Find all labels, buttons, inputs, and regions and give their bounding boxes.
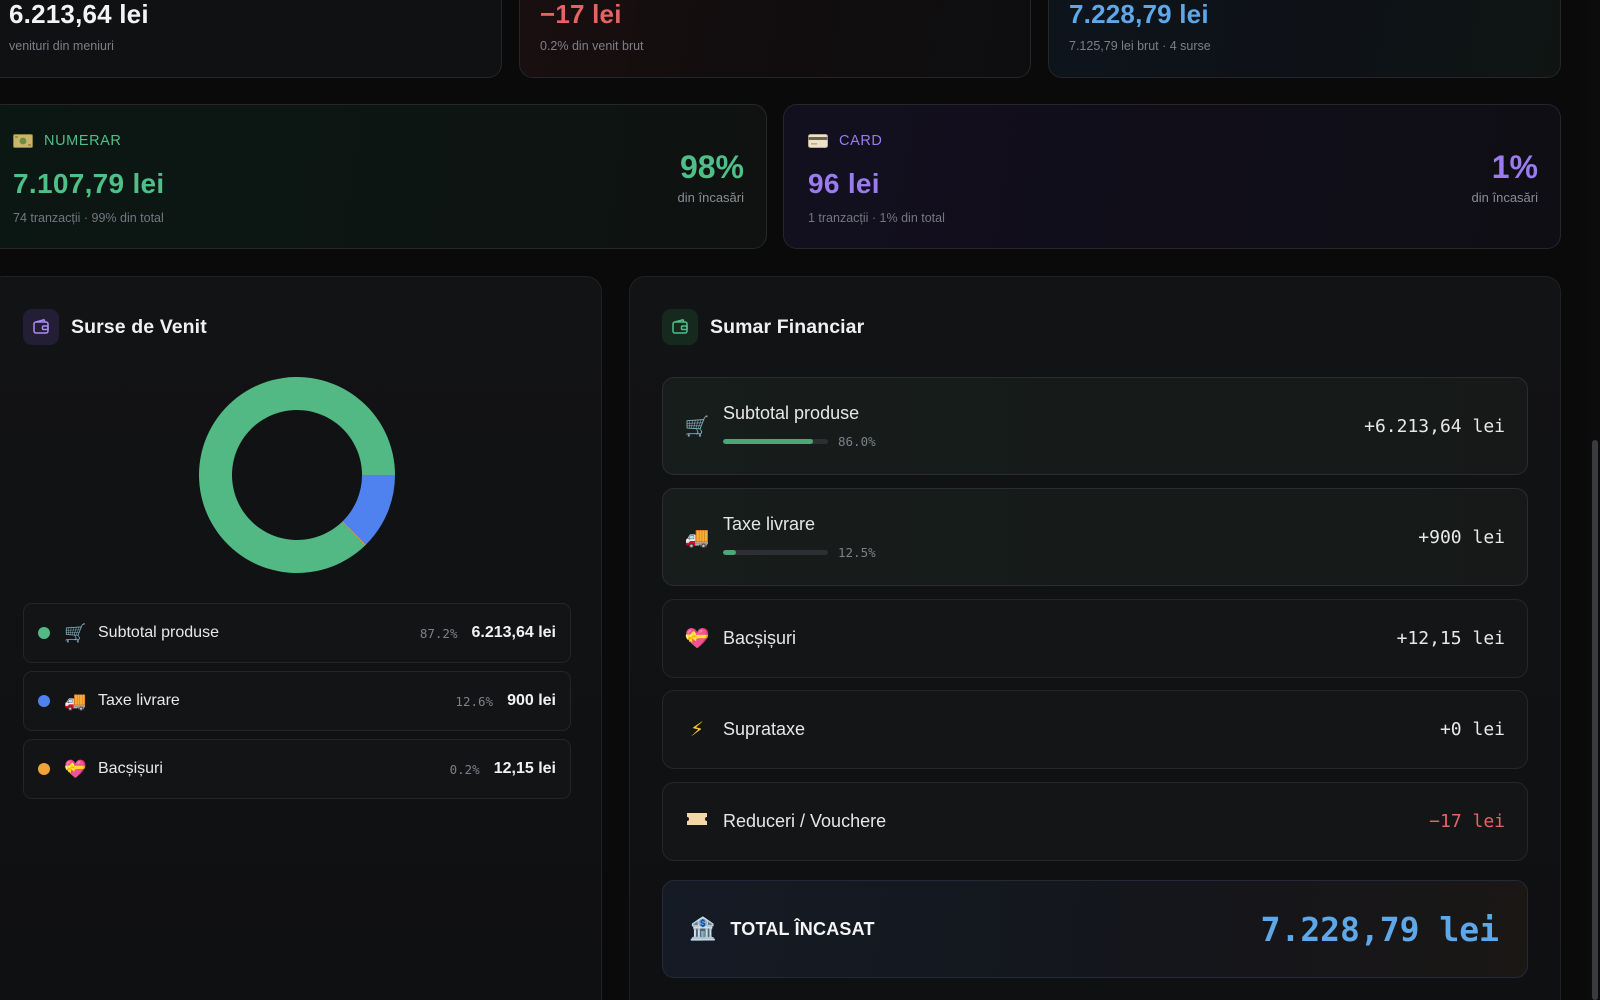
stat-card-total: 7.228,79 lei 7.125,79 lei brut · 4 surse — [1048, 0, 1561, 78]
stat-value: 7.228,79 lei — [1069, 0, 1209, 29]
banknote-icon — [13, 134, 33, 148]
stat-subtitle: 7.125,79 lei brut · 4 surse — [1069, 39, 1211, 53]
summary-percent: 86.0% — [838, 434, 876, 449]
income-sources-panel: Surse de Venit 🛒 Subtotal produse 87.2% … — [0, 276, 602, 1000]
progress-bar — [723, 439, 828, 444]
payment-label: NUMERAR — [44, 133, 122, 149]
summary-percent: 12.5% — [838, 545, 876, 560]
truck-icon: 🚚 — [64, 690, 87, 711]
summary-value: +0 lei — [1439, 719, 1505, 740]
payment-amount: 96 lei — [808, 168, 880, 199]
stat-card-menu-revenue: 6.213,64 lei venituri din meniuri — [0, 0, 502, 78]
total-label: TOTAL ÎNCASAT — [730, 918, 875, 939]
summary-row-products[interactable]: 🛒 Subtotal produse 86.0% +6.213,64 lei — [662, 377, 1528, 475]
source-percent: 0.2% — [449, 761, 480, 777]
payment-label: CARD — [839, 133, 883, 149]
summary-row-tips[interactable]: 💝 Bacșișuri +12,15 lei — [662, 599, 1528, 678]
stat-value: 6.213,64 lei — [9, 0, 149, 29]
total-collected-row: 🏦 TOTAL ÎNCASAT 7.228,79 lei — [662, 880, 1528, 978]
payment-percent-label: din încasări — [677, 190, 744, 205]
stat-subtitle: venituri din meniuri — [9, 39, 114, 53]
summary-value: +12,15 lei — [1396, 628, 1505, 649]
ticket-icon — [683, 810, 711, 833]
panel-title: Surse de Venit — [71, 315, 207, 338]
payment-card-card: CARD 96 lei 1 tranzacții · 1% din total … — [783, 104, 1561, 249]
payment-subtitle: 74 tranzacții · 99% din total — [13, 211, 164, 225]
payment-amount: 7.107,79 lei — [13, 168, 165, 199]
source-label: Bacșișuri — [98, 760, 163, 777]
source-row-tips[interactable]: 💝 Bacșișuri 0.2% 12,15 lei — [23, 739, 571, 799]
scrollbar-thumb[interactable] — [1592, 440, 1598, 1000]
stat-subtitle: 0.2% din venit brut — [540, 39, 644, 53]
source-value: 12,15 lei — [493, 760, 556, 777]
wallet-icon — [23, 309, 59, 345]
panel-title: Sumar Financiar — [710, 315, 865, 338]
summary-label: Subtotal produse — [723, 403, 860, 423]
total-value: 7.228,79 lei — [1260, 909, 1499, 949]
lightning-icon: ⚡ — [689, 719, 705, 741]
summary-value: −17 lei — [1429, 811, 1505, 832]
payment-percent: 98% — [679, 149, 744, 185]
legend-dot — [38, 763, 50, 775]
source-label: Taxe livrare — [98, 692, 180, 709]
credit-card-icon — [808, 134, 828, 148]
stat-value: −17 lei — [540, 0, 622, 29]
heart-gift-icon: 💝 — [684, 628, 710, 650]
summary-label: Taxe livrare — [723, 514, 816, 534]
source-row-products[interactable]: 🛒 Subtotal produse 87.2% 6.213,64 lei — [23, 603, 571, 663]
summary-label: Suprataxe — [723, 719, 806, 739]
source-percent: 87.2% — [419, 625, 458, 641]
progress-bar — [723, 550, 828, 555]
summary-label: Reduceri / Vouchere — [723, 811, 887, 831]
summary-row-delivery[interactable]: 🚚 Taxe livrare 12.5% +900 lei — [662, 488, 1528, 586]
financial-summary-panel: Sumar Financiar 🛒 Subtotal produse 86.0%… — [629, 276, 1561, 1000]
truck-icon: 🚚 — [684, 526, 710, 549]
wallet-icon — [662, 309, 698, 345]
summary-value: +900 lei — [1418, 526, 1505, 548]
income-donut-chart — [199, 377, 395, 573]
payment-percent-label: din încasări — [1471, 190, 1538, 205]
source-value: 900 lei — [507, 692, 556, 709]
bank-icon: 🏦 — [689, 916, 717, 941]
summary-label: Bacșișuri — [723, 628, 797, 648]
source-value: 6.213,64 lei — [471, 624, 556, 641]
legend-dot — [38, 695, 50, 707]
source-percent: 12.6% — [455, 693, 494, 709]
legend-dot — [38, 627, 50, 639]
heart-gift-icon: 💝 — [64, 758, 87, 779]
source-row-delivery[interactable]: 🚚 Taxe livrare 12.6% 900 lei — [23, 671, 571, 731]
summary-row-surcharges[interactable]: ⚡ Suprataxe +0 lei — [662, 690, 1528, 769]
summary-row-discounts[interactable]: Reduceri / Vouchere −17 lei — [662, 782, 1528, 861]
payment-percent: 1% — [1491, 149, 1538, 185]
source-label: Subtotal produse — [98, 624, 219, 641]
payment-subtitle: 1 tranzacții · 1% din total — [808, 211, 945, 225]
stat-card-discounts: −17 lei 0.2% din venit brut — [519, 0, 1031, 78]
cart-icon: 🛒 — [64, 622, 87, 643]
payment-card-cash: NUMERAR 7.107,79 lei 74 tranzacții · 99%… — [0, 104, 767, 249]
cart-icon: 🛒 — [684, 415, 710, 438]
summary-value: +6.213,64 lei — [1364, 415, 1505, 437]
